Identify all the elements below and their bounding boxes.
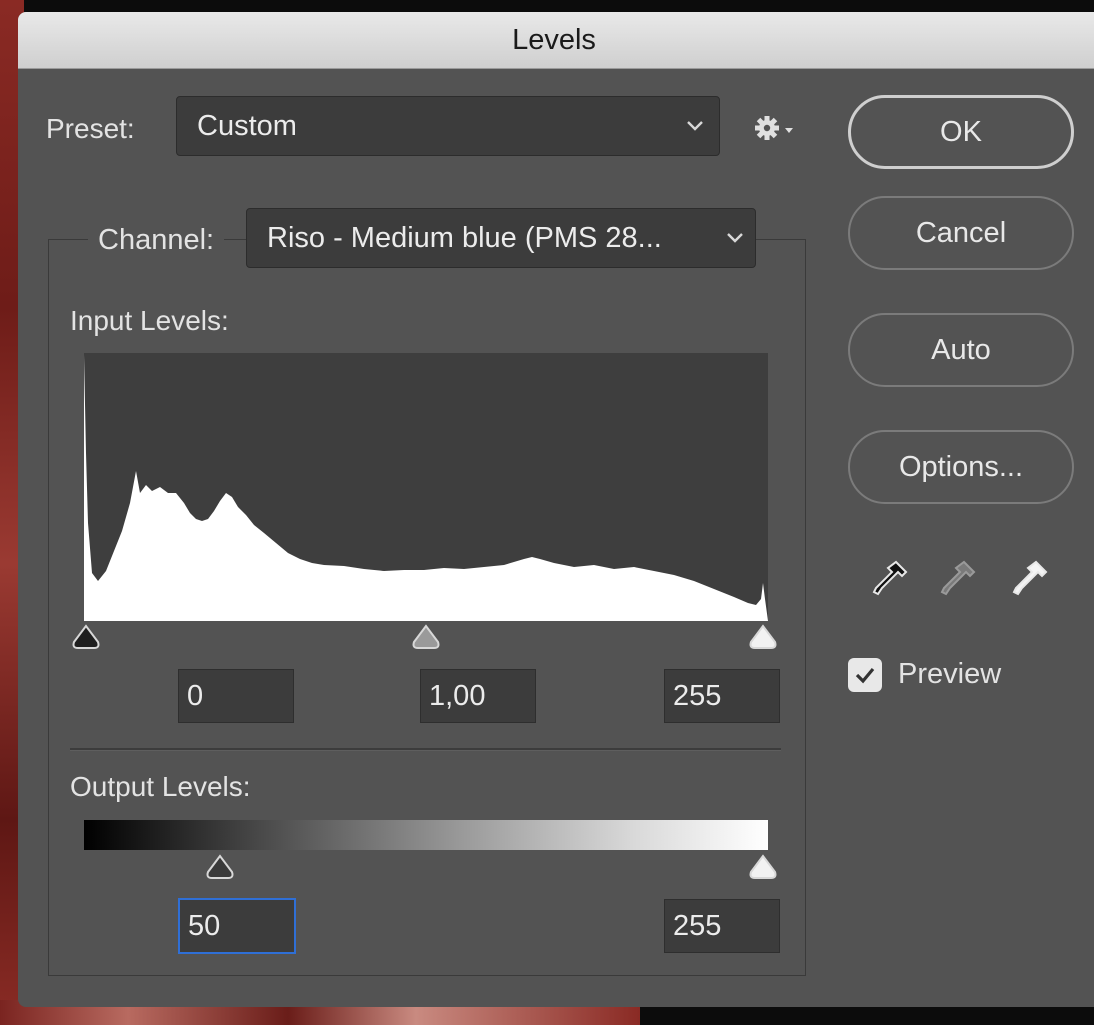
channel-label: Channel: — [88, 224, 225, 257]
preview-label: Preview — [898, 658, 1002, 690]
dialog-title: Levels — [512, 23, 596, 56]
auto-button[interactable]: Auto — [848, 313, 1074, 387]
input-gamma-slider[interactable] — [410, 624, 442, 652]
output-black-field[interactable]: 50 — [178, 898, 296, 954]
white-point-eyedropper-icon[interactable] — [1012, 556, 1052, 600]
levels-divider — [70, 748, 781, 751]
preview-checkbox[interactable] — [848, 658, 882, 692]
output-gradient-bar — [84, 820, 768, 850]
output-white-field[interactable]: 255 — [664, 899, 780, 953]
checkmark-icon — [855, 667, 875, 684]
chevron-down-icon — [727, 233, 743, 243]
input-black-field[interactable]: 0 — [178, 669, 294, 723]
output-levels-label: Output Levels: — [70, 771, 251, 802]
input-black-slider[interactable] — [70, 624, 102, 652]
dialog-titlebar[interactable]: Levels — [18, 12, 1094, 69]
input-white-field[interactable]: 255 — [664, 669, 780, 723]
black-point-eyedropper-icon[interactable] — [872, 556, 912, 600]
preset-label: Preset: — [46, 113, 135, 144]
options-button[interactable]: Options... — [848, 430, 1074, 504]
cancel-button[interactable]: Cancel — [848, 196, 1074, 270]
histogram — [84, 353, 768, 621]
output-black-slider[interactable] — [204, 854, 236, 882]
input-gamma-field[interactable]: 1,00 — [420, 669, 536, 723]
input-levels-label: Input Levels: — [70, 305, 229, 336]
levels-dialog: Levels Preset: Custom OK Cancel Auto Opt… — [18, 12, 1094, 1007]
input-white-slider[interactable] — [747, 624, 779, 652]
gray-point-eyedropper-icon[interactable] — [940, 556, 980, 600]
preset-select[interactable]: Custom — [176, 96, 720, 156]
preset-value: Custom — [197, 109, 297, 142]
channel-select[interactable]: Riso - Medium blue (PMS 28... — [246, 208, 756, 268]
histogram-graph — [84, 355, 768, 621]
gear-icon[interactable] — [753, 113, 797, 143]
chevron-down-icon — [687, 121, 703, 131]
output-white-slider[interactable] — [747, 854, 779, 882]
ok-button[interactable]: OK — [848, 95, 1074, 169]
histogram-fill — [84, 355, 768, 621]
channel-value: Riso - Medium blue (PMS 28... — [267, 221, 662, 254]
